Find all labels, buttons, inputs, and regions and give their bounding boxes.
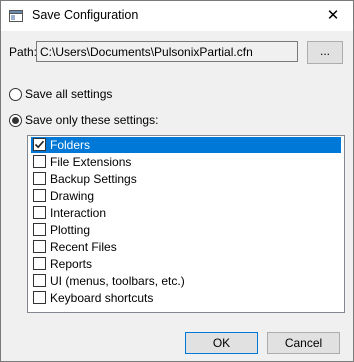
browse-button[interactable]: ... [307,41,343,64]
list-item[interactable]: Folders [31,137,341,153]
save-only-radio[interactable] [9,114,22,127]
list-item[interactable]: File Extensions [31,154,341,170]
path-label: Path: [9,45,38,59]
window-title: Save Configuration [32,8,139,22]
setting-label: Reports [50,257,93,271]
list-item[interactable]: Recent Files [31,239,341,255]
list-item[interactable]: Reports [31,256,341,272]
close-icon[interactable]: ✕ [319,4,347,28]
save-only-label[interactable]: Save only these settings: [25,113,158,127]
setting-label: Recent Files [50,240,117,254]
list-item[interactable]: UI (menus, toolbars, etc.) [31,273,341,289]
path-field[interactable]: C:\Users\Documents\PulsonixPartial.cfn [36,41,298,62]
checkmark-icon [34,140,45,149]
title-bar[interactable]: Save Configuration ✕ [1,1,353,31]
setting-checkbox[interactable] [33,240,46,253]
save-configuration-dialog: Save Configuration ✕ Path: C:\Users\Docu… [0,0,354,362]
cancel-button[interactable]: Cancel [267,332,340,354]
list-item[interactable]: Plotting [31,222,341,238]
ok-button[interactable]: OK [185,332,258,354]
setting-checkbox[interactable] [33,189,46,202]
setting-label: File Extensions [50,155,132,169]
setting-label: Backup Settings [50,172,137,186]
setting-checkbox[interactable] [33,138,46,151]
list-item[interactable]: Interaction [31,205,341,221]
setting-label: Interaction [50,206,107,220]
setting-checkbox[interactable] [33,291,46,304]
list-item[interactable]: Drawing [31,188,341,204]
list-item[interactable]: Backup Settings [31,171,341,187]
setting-checkbox[interactable] [33,172,46,185]
window-icon [9,9,23,23]
setting-label: Folders [50,138,91,152]
setting-checkbox[interactable] [33,257,46,270]
setting-checkbox[interactable] [33,223,46,236]
setting-label: Keyboard shortcuts [50,291,154,305]
save-all-radio[interactable] [9,88,22,101]
settings-list[interactable]: Folders File Extensions Backup Settings Dra… [27,135,345,313]
setting-checkbox[interactable] [33,274,46,287]
setting-label: UI (menus, toolbars, etc.) [50,274,185,288]
save-all-label[interactable]: Save all settings [25,87,112,101]
list-item[interactable]: Keyboard shortcuts [31,290,341,306]
setting-label: Plotting [50,223,91,237]
setting-checkbox[interactable] [33,206,46,219]
setting-label: Drawing [50,189,95,203]
setting-checkbox[interactable] [33,155,46,168]
